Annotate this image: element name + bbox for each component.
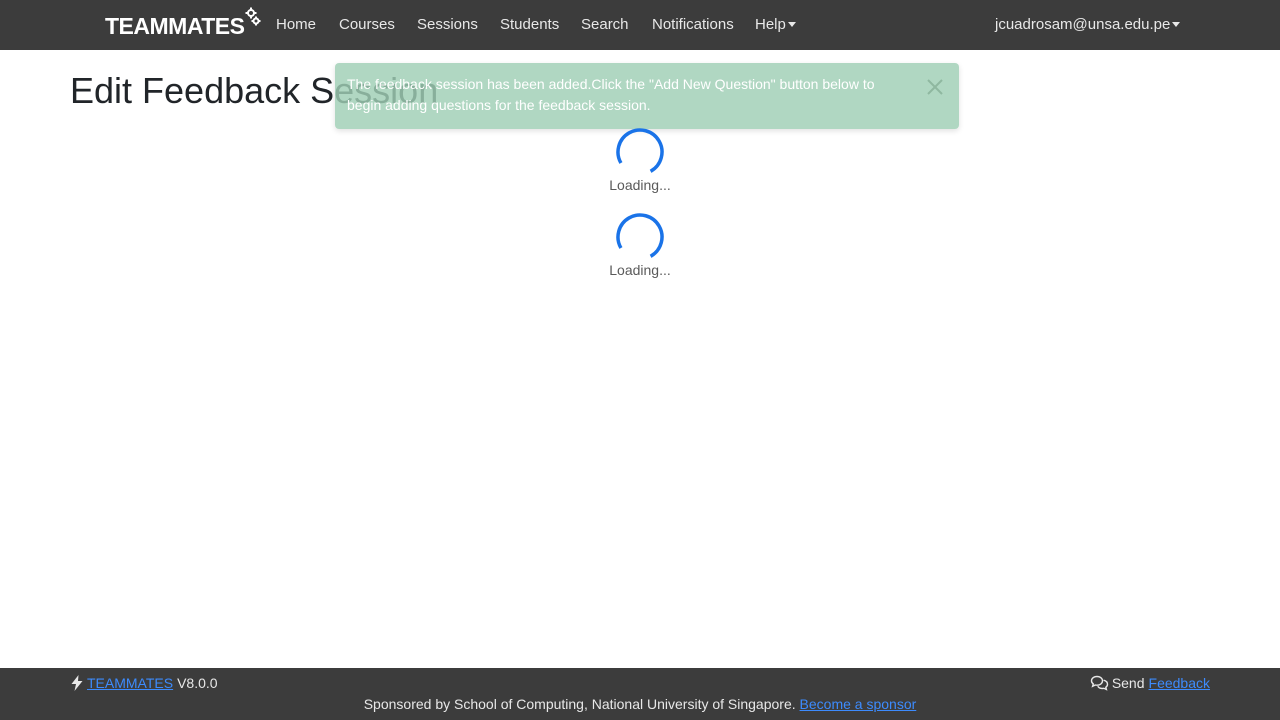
loading-text: Loading... xyxy=(609,177,671,193)
success-toast: The feedback session has been added.Clic… xyxy=(335,63,959,129)
become-sponsor-link[interactable]: Become a sponsor xyxy=(800,696,917,712)
spinner-icon xyxy=(616,128,664,176)
page-footer: TEAMMATES V8.0.0 Send Feedback Sponsored… xyxy=(0,668,1280,720)
nav-help-dropdown[interactable]: Help xyxy=(755,0,796,50)
close-icon[interactable] xyxy=(925,77,945,97)
send-label: Send xyxy=(1111,675,1145,691)
footer-version: TEAMMATES V8.0.0 xyxy=(70,675,218,691)
sponsor-text: Sponsored by School of Computing, Nation… xyxy=(363,696,796,712)
footer-feedback: Send Feedback xyxy=(1090,675,1210,691)
teammates-link[interactable]: TEAMMATES xyxy=(87,675,173,691)
nav-courses[interactable]: Courses xyxy=(339,0,395,50)
brand-text: TEAMMATES xyxy=(105,13,245,39)
nav-home[interactable]: Home xyxy=(276,0,316,50)
nav-students[interactable]: Students xyxy=(500,0,559,50)
bolt-icon xyxy=(71,675,83,691)
spinner-icon xyxy=(616,213,664,261)
loading-text: Loading... xyxy=(609,262,671,278)
brand-logo[interactable]: TEAMMATES xyxy=(105,7,261,42)
user-email: jcuadrosam@unsa.edu.pe xyxy=(995,16,1171,33)
chevron-down-icon xyxy=(787,21,796,27)
nav-sessions[interactable]: Sessions xyxy=(417,0,478,50)
toast-message: The feedback session has been added.Clic… xyxy=(347,76,875,113)
comments-icon xyxy=(1090,675,1109,691)
top-navbar: TEAMMATES Home Courses Sessions Students… xyxy=(0,0,1280,50)
footer-sponsor: Sponsored by School of Computing, Nation… xyxy=(0,696,1280,712)
feedback-link[interactable]: Feedback xyxy=(1149,675,1210,691)
gears-icon xyxy=(245,7,261,26)
nav-notifications[interactable]: Notifications xyxy=(652,0,734,50)
version-text: V8.0.0 xyxy=(177,675,218,691)
chevron-down-icon xyxy=(1172,21,1181,27)
nav-search[interactable]: Search xyxy=(581,0,629,50)
user-menu-dropdown[interactable]: jcuadrosam@unsa.edu.pe xyxy=(995,0,1181,50)
nav-help-label: Help xyxy=(755,16,786,33)
